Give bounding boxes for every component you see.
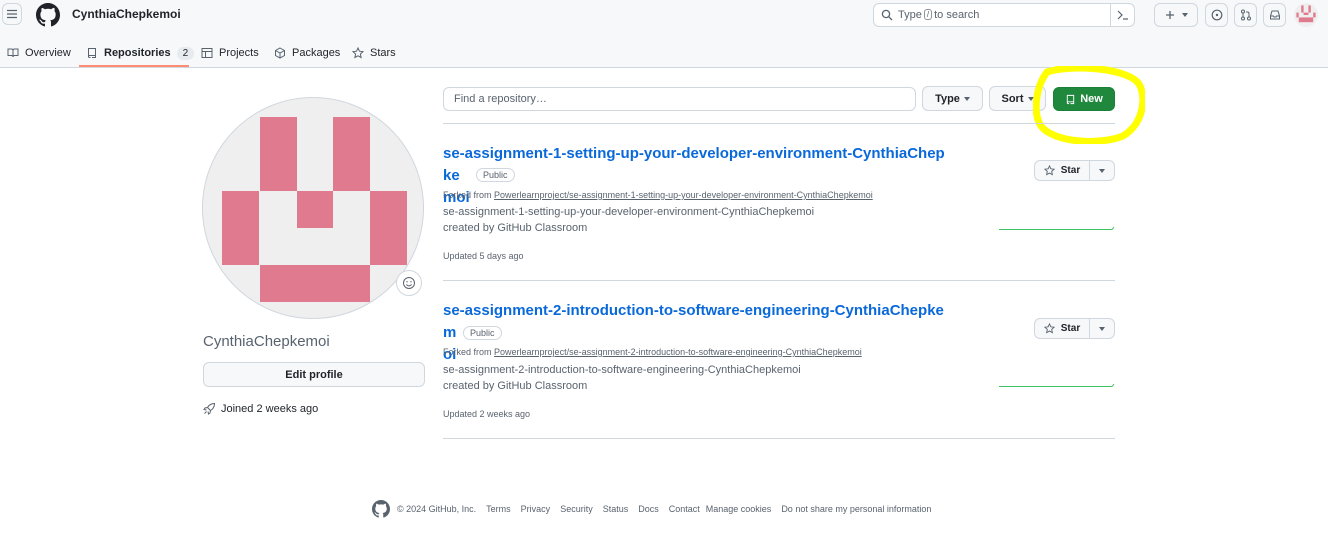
set-status-button[interactable]: [396, 270, 422, 296]
visibility-badge: Public: [463, 326, 502, 340]
header-username[interactable]: CynthiaChepkemoi: [72, 7, 181, 21]
list-divider: [443, 438, 1115, 439]
star-button-group: Star: [1034, 318, 1115, 339]
book-icon: [7, 48, 19, 58]
pull-request-icon: [1240, 9, 1251, 21]
footer-link-docs[interactable]: Docs: [638, 504, 659, 514]
forked-from-link[interactable]: Powerlearnproject/se-assignment-2-introd…: [494, 347, 862, 357]
menu-button[interactable]: [2, 3, 22, 25]
type-filter-label: Type: [935, 92, 960, 105]
inbox-icon: [1269, 10, 1280, 20]
tab-projects[interactable]: Projects: [201, 38, 259, 68]
issue-icon: [1211, 9, 1222, 21]
selected-tab-indicator: [79, 65, 189, 67]
tab-packages[interactable]: Packages: [274, 38, 340, 68]
tab-repositories[interactable]: Repositories 2: [86, 38, 195, 68]
star-label: Star: [1060, 323, 1081, 334]
create-new-button[interactable]: [1154, 3, 1198, 27]
edit-profile-button[interactable]: Edit profile: [203, 362, 425, 387]
smiley-icon: [403, 277, 415, 289]
github-logo-icon[interactable]: [372, 500, 390, 518]
table-icon: [201, 48, 213, 58]
type-filter-button[interactable]: Type: [922, 86, 983, 111]
forked-from-link[interactable]: Powerlearnproject/se-assignment-1-settin…: [494, 190, 873, 200]
search-icon: [881, 9, 893, 21]
profile-avatar[interactable]: [202, 97, 424, 319]
command-palette-button[interactable]: [1110, 4, 1134, 26]
footer-link-contact[interactable]: Contact: [669, 504, 700, 514]
star-icon: [1043, 165, 1055, 176]
footer-link-terms[interactable]: Terms: [486, 504, 511, 514]
search-input[interactable]: Type / to search: [873, 3, 1135, 27]
footer-link-security[interactable]: Security: [560, 504, 593, 514]
footer-link-status[interactable]: Status: [603, 504, 629, 514]
chevron-down-icon: [1099, 326, 1105, 331]
star-list-dropdown[interactable]: [1090, 161, 1114, 180]
list-divider: [443, 123, 1115, 124]
footer-link-privacy[interactable]: Privacy: [521, 504, 551, 514]
repositories-counter: 2: [176, 46, 195, 60]
github-logo-icon[interactable]: [36, 3, 60, 27]
plus-icon: [1165, 11, 1174, 19]
repo-icon: [88, 48, 96, 58]
repo-description-line: created by GitHub Classroom: [443, 380, 588, 392]
find-repository-placeholder: Find a repository…: [454, 93, 547, 105]
visibility-badge: Public: [476, 168, 515, 182]
joined-date: Joined 2 weeks ago: [203, 402, 318, 415]
profile-username: CynthiaChepkemoi: [203, 333, 330, 350]
rocket-icon: [203, 402, 216, 415]
tab-stars-label: Stars: [370, 47, 396, 59]
site-footer: © 2024 GitHub, Inc. Terms Privacy Securi…: [372, 500, 941, 518]
tab-stars[interactable]: Stars: [352, 38, 396, 68]
list-divider: [443, 280, 1115, 281]
repo-title-line: se-assignment-1-setting-up-your-develope…: [443, 145, 945, 184]
pull-requests-button[interactable]: [1234, 3, 1257, 27]
star-button[interactable]: Star: [1035, 161, 1090, 180]
find-repository-input[interactable]: Find a repository…: [443, 87, 916, 111]
repo-description: se-assignment-1-setting-up-your-develope…: [443, 204, 814, 236]
tab-projects-label: Projects: [219, 47, 259, 59]
repo-description-line: created by GitHub Classroom: [443, 222, 588, 234]
tab-packages-label: Packages: [292, 47, 341, 59]
tab-overview-label: Overview: [25, 47, 71, 59]
chevron-down-icon: [963, 96, 970, 101]
forked-prefix: Forked from: [443, 190, 492, 200]
forked-from: Forked from Powerlearnproject/se-assignm…: [443, 347, 862, 357]
hamburger-icon: [7, 9, 17, 19]
search-placeholder: Type / to search: [898, 9, 980, 21]
activity-sparkline: [999, 383, 1115, 387]
package-icon: [275, 47, 285, 59]
issues-button[interactable]: [1205, 3, 1228, 27]
footer-link-manage-cookies[interactable]: Manage cookies: [706, 504, 772, 514]
app-header: CynthiaChepkemoi Type / to search Overview…: [0, 0, 1328, 68]
tab-repositories-label: Repositories: [104, 47, 171, 59]
chevron-down-icon: [1099, 168, 1105, 173]
user-avatar[interactable]: [1294, 3, 1318, 27]
repo-title-line: se-assignment-2-introduction-to-software…: [443, 302, 944, 341]
terminal-icon: [1117, 10, 1128, 20]
inbox-button[interactable]: [1263, 3, 1286, 27]
footer-link-do-not-share[interactable]: Do not share my personal information: [781, 504, 931, 514]
repo-description: se-assignment-2-introduction-to-software…: [443, 362, 801, 394]
joined-text: Joined 2 weeks ago: [221, 402, 319, 415]
footer-copyright: © 2024 GitHub, Inc.: [397, 504, 477, 514]
yellow-highlight-annotation: [1033, 66, 1145, 144]
repo-description-line: se-assignment-2-introduction-to-software…: [443, 364, 801, 376]
forked-from: Forked from Powerlearnproject/se-assignm…: [443, 190, 873, 200]
sort-label: Sort: [1001, 92, 1024, 105]
star-icon: [1043, 323, 1055, 334]
chevron-down-icon: [1181, 13, 1188, 17]
star-icon: [352, 47, 364, 59]
star-button[interactable]: Star: [1035, 319, 1090, 338]
star-label: Star: [1060, 165, 1081, 176]
tab-overview[interactable]: Overview: [7, 38, 71, 68]
repo-updated: Updated 5 days ago: [443, 251, 524, 261]
forked-prefix: Forked from: [443, 347, 492, 357]
star-list-dropdown[interactable]: [1090, 319, 1114, 338]
star-button-group: Star: [1034, 160, 1115, 181]
activity-sparkline: [999, 226, 1115, 230]
repo-updated: Updated 2 weeks ago: [443, 409, 531, 419]
repo-description-line: se-assignment-1-setting-up-your-develope…: [443, 206, 815, 218]
